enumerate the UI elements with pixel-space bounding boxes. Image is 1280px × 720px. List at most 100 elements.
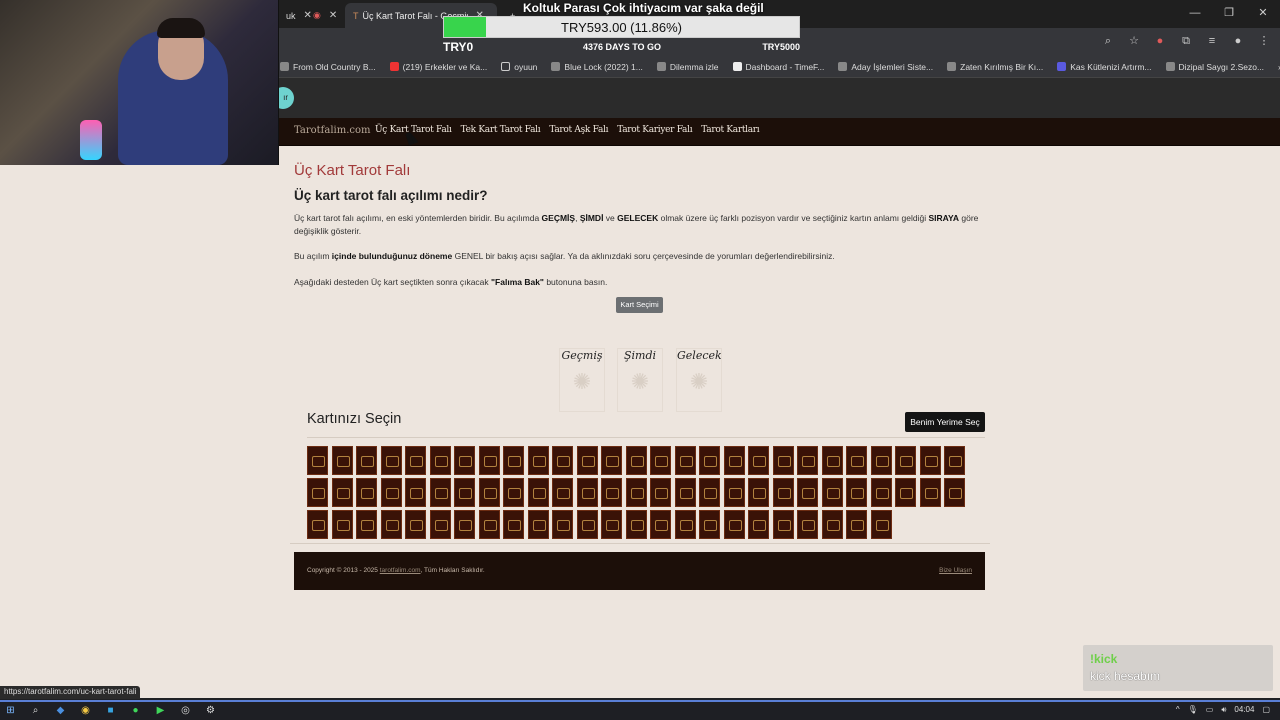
windows-start-icon[interactable]: ⊞ <box>4 704 17 717</box>
tarot-card-back[interactable] <box>405 510 426 539</box>
tarot-card-back[interactable] <box>429 510 451 539</box>
tarot-card-back[interactable] <box>601 510 622 539</box>
contact-link[interactable]: Bize Ulaşın <box>939 567 972 574</box>
footer-site-link[interactable]: tarotfalim.com <box>380 567 421 574</box>
tarot-card-back[interactable] <box>380 478 402 507</box>
notification-icon[interactable]: ▢ <box>1262 705 1270 715</box>
tarot-card-back[interactable] <box>625 510 647 539</box>
tarot-card-back[interactable] <box>552 478 573 507</box>
tarot-card-back[interactable] <box>405 446 426 475</box>
tarot-card-back[interactable] <box>454 510 475 539</box>
nav-link-tek-kart[interactable]: Tek Kart Tarot Falı <box>461 125 541 135</box>
tarot-card-back[interactable] <box>870 478 892 507</box>
tarot-card-back[interactable] <box>797 478 818 507</box>
kart-secimi-button[interactable]: Kart Seçimi <box>616 297 663 313</box>
tarot-card-back[interactable] <box>576 510 598 539</box>
bookmark-item[interactable]: Blue Lock (2022) 1... <box>551 62 643 72</box>
tarot-card-back[interactable] <box>331 510 353 539</box>
tarot-card-back[interactable] <box>944 446 965 475</box>
bookmark-item[interactable]: From Old Country B... <box>280 62 376 72</box>
tarot-card-back[interactable] <box>601 478 622 507</box>
tarot-card-back[interactable] <box>650 510 671 539</box>
tarot-card-back[interactable] <box>797 510 818 539</box>
spotify-icon[interactable]: ● <box>129 704 142 717</box>
tarot-card-back[interactable] <box>331 446 353 475</box>
tarot-card-back[interactable] <box>699 510 720 539</box>
extensions-puzzle-icon[interactable]: ⧉ <box>1178 33 1194 49</box>
tarot-card-back[interactable] <box>356 478 377 507</box>
browser-tab[interactable]: ◉ ✕ <box>305 3 345 28</box>
tray-chevron-icon[interactable]: ^ <box>1176 705 1180 715</box>
tarot-card-back[interactable] <box>405 478 426 507</box>
settings-gear-icon[interactable]: ⚙ <box>204 704 217 717</box>
tarot-card-back[interactable] <box>552 510 573 539</box>
tarot-card-back[interactable] <box>944 478 965 507</box>
tarot-card-back[interactable] <box>772 446 794 475</box>
bookmark-item[interactable]: Kas Kütlenizi Artırm... <box>1057 62 1152 72</box>
tarot-card-back[interactable] <box>846 510 867 539</box>
clock[interactable]: 04:04 <box>1234 705 1254 715</box>
tarot-card-back[interactable] <box>748 446 769 475</box>
tarot-card-back[interactable] <box>748 510 769 539</box>
tarot-card-back[interactable] <box>699 478 720 507</box>
bookmark-item[interactable]: Aday İşlemleri Siste... <box>838 62 933 72</box>
zoom-icon[interactable]: ⌕ <box>1100 33 1116 49</box>
app-icon[interactable]: ◆ <box>54 704 67 717</box>
tarot-card-back[interactable] <box>870 446 892 475</box>
tarot-card-back[interactable] <box>576 478 598 507</box>
tarot-card-back[interactable] <box>895 478 916 507</box>
app-icon[interactable]: ■ <box>104 704 117 717</box>
profile-avatar-icon[interactable]: ● <box>1230 33 1246 49</box>
tarot-card-back[interactable] <box>919 478 941 507</box>
bookmark-item[interactable]: Zaten Kırılmış Bir Kı... <box>947 62 1043 72</box>
tarot-card-back[interactable] <box>331 478 353 507</box>
bookmark-star-icon[interactable]: ☆ <box>1126 33 1142 49</box>
restore-icon[interactable]: ❐ <box>1212 0 1246 28</box>
tarot-card-back[interactable] <box>380 446 402 475</box>
search-icon[interactable]: ⌕ <box>29 704 42 717</box>
tarot-card-back[interactable] <box>674 446 696 475</box>
bookmark-item[interactable]: (219) Erkekler ve Ka... <box>389 62 487 72</box>
tarot-card-back[interactable] <box>429 446 451 475</box>
nav-link-tarot-kartlari[interactable]: Tarot Kartları <box>701 125 759 135</box>
tarot-card-back[interactable] <box>478 478 500 507</box>
tarot-card-back[interactable] <box>650 478 671 507</box>
tarot-card-back[interactable] <box>356 510 377 539</box>
nav-link-ask-fali[interactable]: Tarot Aşk Falı <box>549 125 608 135</box>
tarot-card-back[interactable] <box>503 510 524 539</box>
tarot-card-back[interactable] <box>748 478 769 507</box>
tarot-card-back[interactable] <box>625 478 647 507</box>
reading-list-icon[interactable]: ≡ <box>1204 33 1220 49</box>
bookmark-item[interactable]: Dilemma izle <box>656 62 719 72</box>
tarot-card-back[interactable] <box>723 510 745 539</box>
tarot-card-back[interactable] <box>674 478 696 507</box>
bookmark-folder[interactable]: oyuun <box>501 62 537 72</box>
tarot-card-back[interactable] <box>527 510 549 539</box>
kick-icon[interactable]: ▶ <box>154 704 167 717</box>
tarot-card-back[interactable] <box>797 446 818 475</box>
tarot-card-back[interactable] <box>699 446 720 475</box>
tarot-card-back[interactable] <box>307 478 328 507</box>
tarot-card-back[interactable] <box>821 478 843 507</box>
obs-icon[interactable]: ◎ <box>179 704 192 717</box>
tarot-card-back[interactable] <box>380 510 402 539</box>
tarot-card-back[interactable] <box>527 446 549 475</box>
tarot-card-back[interactable] <box>601 446 622 475</box>
tarot-card-back[interactable] <box>307 446 328 475</box>
tab-close-icon[interactable]: ✕ <box>329 10 337 21</box>
tarot-card-back[interactable] <box>919 446 941 475</box>
tarot-card-back[interactable] <box>821 446 843 475</box>
tarot-card-back[interactable] <box>674 510 696 539</box>
tarot-card-back[interactable] <box>503 446 524 475</box>
tarot-card-back[interactable] <box>478 446 500 475</box>
menu-kebab-icon[interactable]: ⋮ <box>1256 33 1272 49</box>
tarot-card-back[interactable] <box>625 446 647 475</box>
tarot-card-back[interactable] <box>478 510 500 539</box>
tarot-card-back[interactable] <box>846 478 867 507</box>
tarot-card-back[interactable] <box>821 510 843 539</box>
tarot-card-back[interactable] <box>895 446 916 475</box>
tarot-card-back[interactable] <box>723 446 745 475</box>
tarot-card-back[interactable] <box>870 510 892 539</box>
tarot-card-back[interactable] <box>650 446 671 475</box>
tarot-card-back[interactable] <box>454 446 475 475</box>
